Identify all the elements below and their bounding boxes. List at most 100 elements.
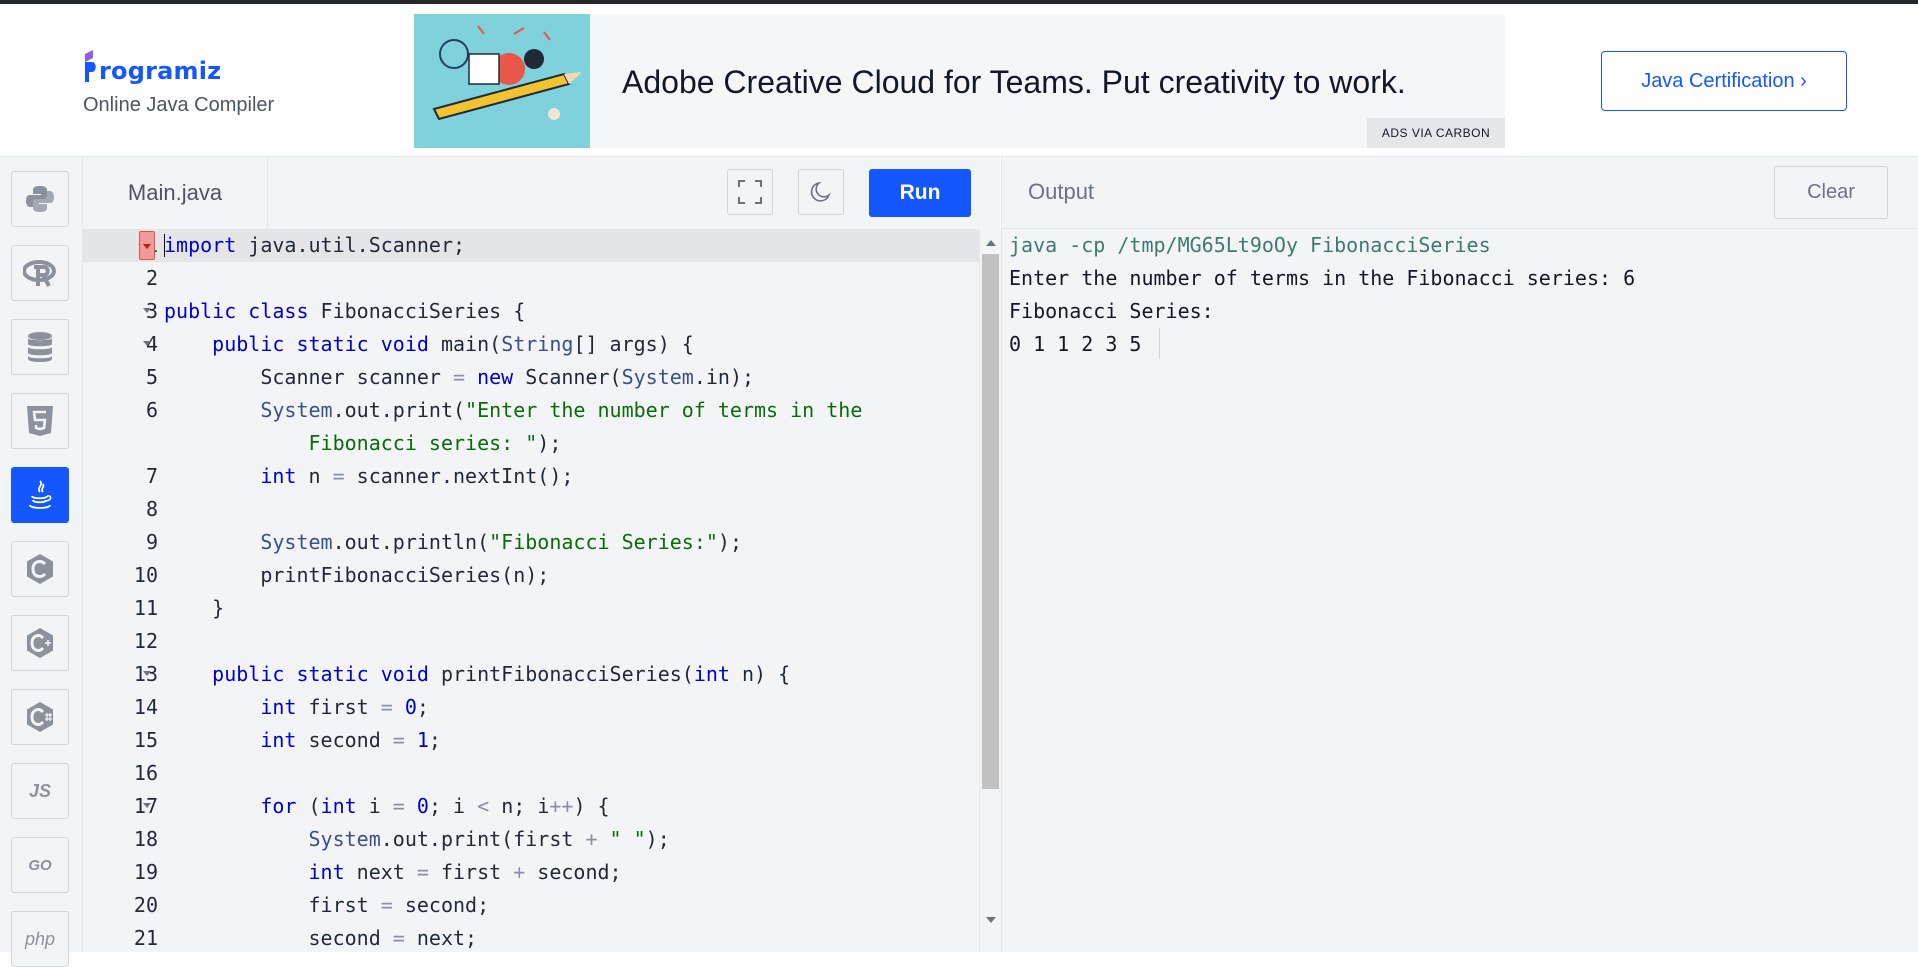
code-line[interactable]: 12 <box>83 625 979 658</box>
ad-text[interactable]: Adobe Creative Cloud for Teams. Put crea… <box>622 64 1406 101</box>
code-line[interactable]: 7 int n = scanner.nextInt(); <box>83 460 979 493</box>
code-line[interactable]: 19 int next = first + second; <box>83 856 979 889</box>
output-command: java -cp /tmp/MG65Lt9oOy FibonacciSeries <box>1009 233 1491 257</box>
code-text: for (int i = 0; i < n; i++) { <box>260 794 610 818</box>
fullscreen-icon <box>738 180 762 204</box>
scrollbar-thumb[interactable] <box>982 254 999 789</box>
sidebar-item-csharp[interactable] <box>11 689 69 745</box>
code-line[interactable]: 11 } <box>83 592 979 625</box>
code-line[interactable]: 2 <box>83 262 979 295</box>
code-line[interactable]: Fibonacci series: "); <box>83 427 979 460</box>
fold-toggle-icon[interactable] <box>143 803 151 808</box>
java-icon <box>29 480 52 509</box>
code-line[interactable]: 17 for (int i = 0; i < n; i++) { <box>83 790 979 823</box>
java-certification-button[interactable]: Java Certification › <box>1601 51 1847 111</box>
code-line[interactable]: 8 <box>83 493 979 526</box>
python-icon <box>26 186 54 212</box>
line-number: 20 <box>133 893 158 917</box>
code-text: int next = first + second; <box>308 860 622 884</box>
sidebar-item-js[interactable]: JS <box>11 763 69 819</box>
dark-mode-button[interactable] <box>798 169 844 215</box>
code-text: Fibonacci series: "); <box>308 431 562 455</box>
code-line[interactable]: 4 public static void main(String[] args)… <box>83 328 979 361</box>
fullscreen-button[interactable] <box>727 169 773 215</box>
ads-via-carbon-link[interactable]: ADS VIA CARBON <box>1367 118 1505 148</box>
line-number: 16 <box>133 761 158 785</box>
line-number: 2 <box>145 266 158 290</box>
code-text: System.out.println("Fibonacci Series:"); <box>260 530 742 554</box>
run-button[interactable]: Run <box>869 169 971 217</box>
code-line[interactable]: 15 int second = 1; <box>83 724 979 757</box>
scroll-up-icon[interactable] <box>986 240 996 246</box>
php-icon: php <box>24 928 56 949</box>
line-number: 14 <box>133 695 158 719</box>
code-line[interactable]: 16 <box>83 757 979 790</box>
language-sidebar: JS GO php <box>0 157 83 967</box>
code-editor[interactable]: 1 import java.util.Scanner; 2 3 public c… <box>83 229 979 952</box>
output-line: Fibonacci Series: <box>1009 299 1214 323</box>
code-text: } <box>164 596 225 620</box>
code-text: int first = 0; <box>260 695 429 719</box>
sidebar-item-sql[interactable] <box>11 319 69 375</box>
line-number: 9 <box>145 530 158 554</box>
js-icon: JS <box>28 780 52 801</box>
code-line[interactable]: 14 int first = 0; <box>83 691 979 724</box>
code-line[interactable]: 21 second = next; <box>83 922 979 952</box>
code-text: System.out.print(first + " "); <box>308 827 670 851</box>
sidebar-item-java[interactable] <box>11 467 69 523</box>
output-toolbar: Output Clear <box>1001 157 1918 229</box>
line-number: 7 <box>145 464 158 488</box>
code-line[interactable]: 1 import java.util.Scanner; <box>83 229 979 262</box>
fold-toggle-icon[interactable] <box>143 308 151 313</box>
r-icon <box>23 260 56 287</box>
code-text: Scanner scanner = new Scanner(System.in)… <box>164 365 755 389</box>
database-icon <box>28 332 52 362</box>
line-number: 15 <box>133 728 158 752</box>
fold-toggle-icon[interactable] <box>143 341 151 346</box>
editor-toolbar: Main.java Run <box>83 157 1000 230</box>
scroll-down-icon[interactable] <box>986 917 996 923</box>
sidebar-item-html[interactable] <box>11 393 69 449</box>
clear-button[interactable]: Clear <box>1774 166 1888 219</box>
code-text: System.out.print("Enter the number of te… <box>260 398 863 422</box>
code-line[interactable]: 3 public class FibonacciSeries { <box>83 295 979 328</box>
programiz-logo-icon <box>85 50 96 82</box>
code-text: second = next; <box>164 926 478 950</box>
code-text: public static void main(String[] args) { <box>212 332 694 356</box>
logo-text: rogramiz <box>99 57 222 85</box>
output-title: Output <box>1028 179 1095 204</box>
editor-scrollbar[interactable] <box>979 229 1001 952</box>
code-line[interactable]: 10 printFibonacciSeries(n); <box>83 559 979 592</box>
go-icon: GO <box>28 856 52 874</box>
code-line[interactable]: 18 System.out.print(first + " "); <box>83 823 979 856</box>
code-text: int second = 1; <box>260 728 441 752</box>
code-line[interactable]: 9 System.out.println("Fibonacci Series:"… <box>83 526 979 559</box>
error-marker-icon[interactable] <box>139 231 155 260</box>
sidebar-item-cpp[interactable] <box>11 615 69 671</box>
code-line[interactable]: 20 first = second; <box>83 889 979 922</box>
line-number: 21 <box>133 926 158 950</box>
line-number: 8 <box>145 497 158 521</box>
sidebar-item-r[interactable] <box>11 245 69 301</box>
ad-banner[interactable]: Adobe Creative Cloud for Teams. Put crea… <box>414 14 1505 148</box>
output-console[interactable]: java -cp /tmp/MG65Lt9oOy FibonacciSeries… <box>1001 229 1918 952</box>
moon-icon <box>810 181 831 202</box>
ad-illustration[interactable] <box>414 14 590 148</box>
header: rogramiz Online Java Compiler Adobe Crea… <box>0 4 1918 157</box>
code-line[interactable]: 13 public static void printFibonacciSeri… <box>83 658 979 691</box>
file-tab-main-java[interactable]: Main.java <box>83 157 268 229</box>
code-text: public class FibonacciSeries { <box>164 299 526 323</box>
fold-toggle-icon[interactable] <box>143 671 151 676</box>
sidebar-item-c[interactable] <box>11 541 69 597</box>
sidebar-item-go[interactable]: GO <box>11 837 69 893</box>
sidebar-item-php[interactable]: php <box>11 911 69 967</box>
output-line: 0 1 1 2 3 5 <box>1009 332 1154 356</box>
code-text: import java.util.Scanner; <box>164 233 466 257</box>
programiz-logo[interactable]: rogramiz <box>83 44 221 84</box>
code-text: printFibonacciSeries(n); <box>164 563 550 587</box>
output-line: Enter the number of terms in the Fibonac… <box>1009 266 1636 290</box>
code-line[interactable]: 5 Scanner scanner = new Scanner(System.i… <box>83 361 979 394</box>
code-line[interactable]: 6 System.out.print("Enter the number of … <box>83 394 979 427</box>
sidebar-item-python[interactable] <box>11 171 69 227</box>
c-icon <box>27 554 53 584</box>
